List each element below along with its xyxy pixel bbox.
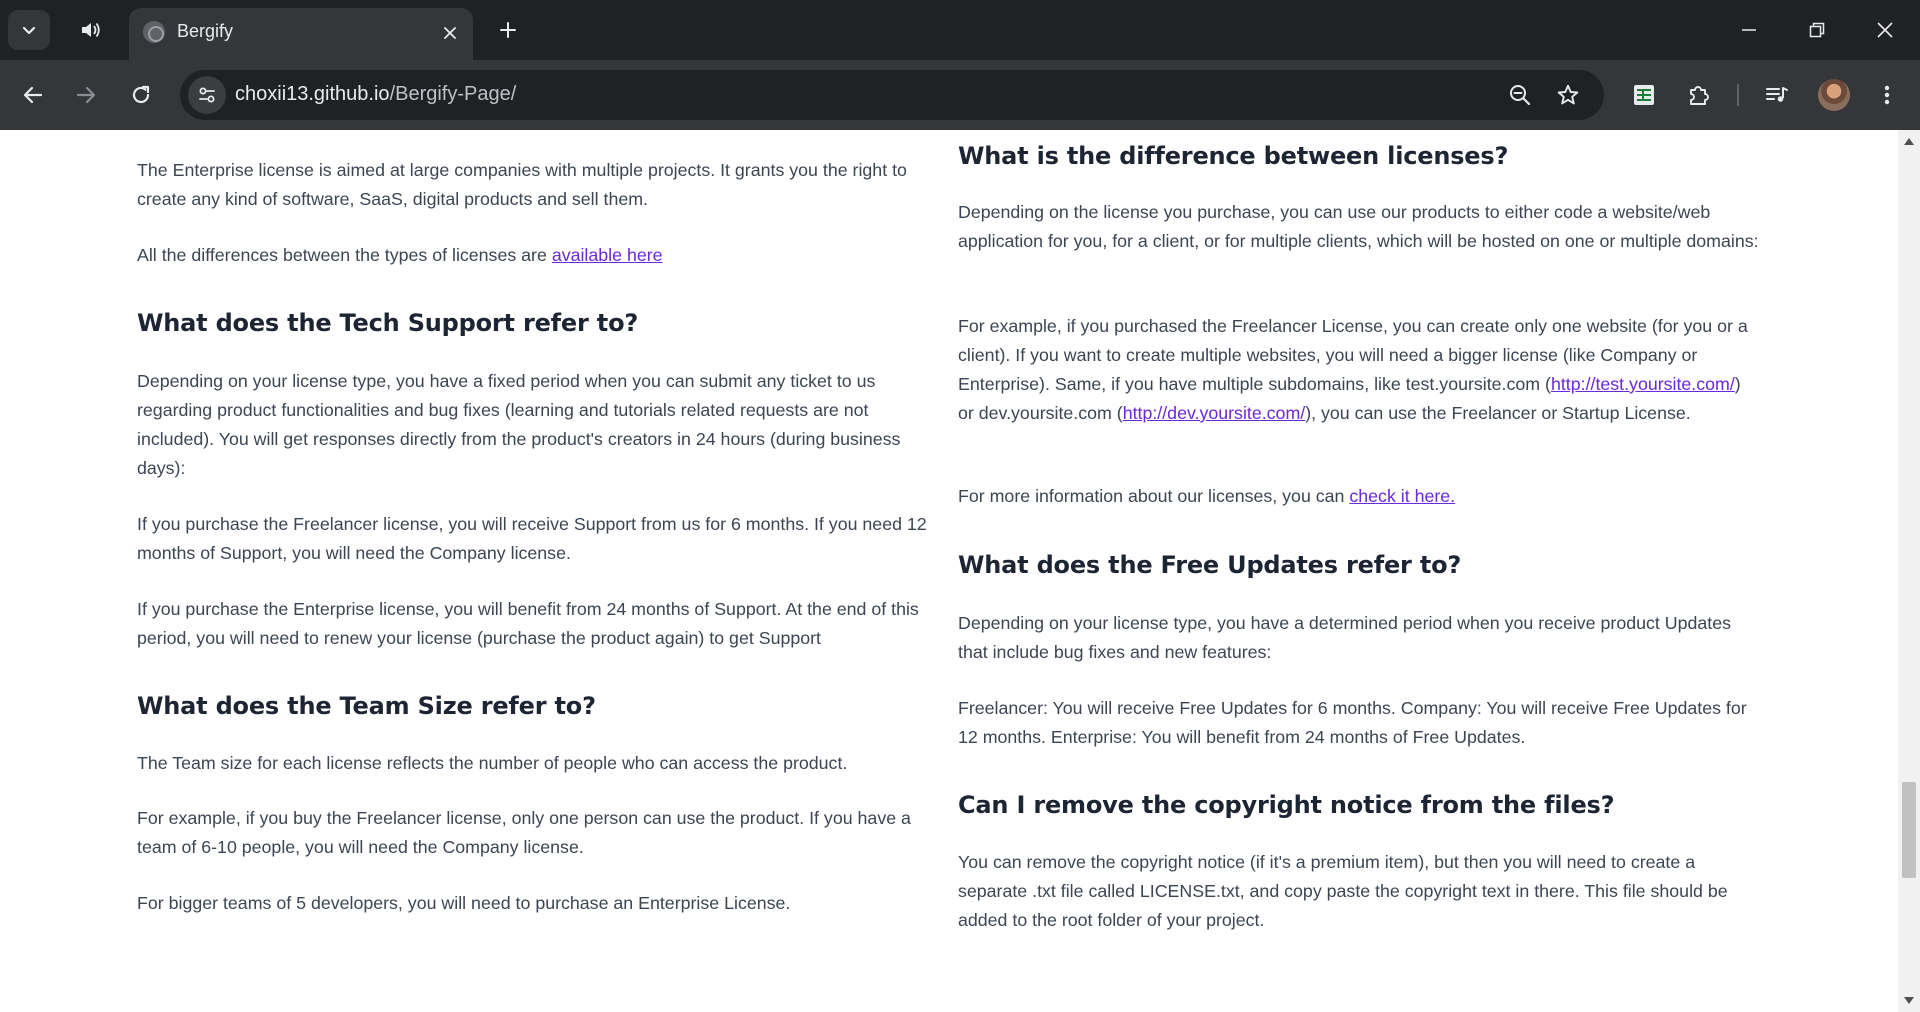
license-more-info-text: For more information about our licenses,… bbox=[958, 482, 1760, 511]
new-tab-button[interactable] bbox=[490, 12, 526, 48]
forward-button[interactable] bbox=[67, 76, 105, 114]
tech-support-text-2: If you purchase the Freelancer license, … bbox=[137, 514, 927, 563]
page-scrollbar[interactable] bbox=[1898, 130, 1920, 1012]
tab-audio-button[interactable] bbox=[70, 12, 110, 48]
tune-icon bbox=[199, 87, 215, 103]
team-size-heading: What does the Team Size refer to? bbox=[137, 692, 596, 720]
page-viewport: The Enterprise license is aimed at large… bbox=[0, 130, 1898, 1012]
restore-icon bbox=[1809, 22, 1825, 38]
scrollbar-thumb[interactable] bbox=[1902, 782, 1916, 878]
plus-icon bbox=[500, 22, 516, 38]
tab-close-button[interactable] bbox=[437, 20, 463, 46]
chevron-down-icon bbox=[22, 26, 36, 35]
sheets-extension-button[interactable] bbox=[1627, 78, 1661, 112]
url-path: /Bergify-Page/ bbox=[389, 83, 517, 105]
minimize-icon bbox=[1742, 29, 1756, 31]
tech-support-heading: What does the Tech Support refer to? bbox=[137, 309, 639, 337]
team-size-text-3: For bigger teams of 5 developers, you wi… bbox=[137, 893, 791, 913]
enterprise-license-text: The Enterprise license is aimed at large… bbox=[137, 160, 907, 209]
reload-icon bbox=[132, 85, 150, 104]
license-differences-text: All the differences between the types of… bbox=[137, 241, 937, 270]
arrow-right-icon bbox=[76, 86, 96, 104]
puzzle-icon bbox=[1690, 86, 1709, 105]
media-queue-icon bbox=[1766, 87, 1788, 102]
license-difference-text-2c: ), you can use the Freelancer or Startup… bbox=[1305, 403, 1691, 423]
scroll-down-arrow[interactable] bbox=[1904, 997, 1914, 1004]
free-updates-text-2: Freelancer: You will receive Free Update… bbox=[958, 698, 1747, 747]
test-subdomain-link[interactable]: http://test.yoursite.com/ bbox=[1551, 374, 1735, 394]
tech-support-text-1: Depending on your license type, you have… bbox=[137, 371, 901, 478]
avatar[interactable] bbox=[1818, 79, 1850, 111]
browser-menu-button[interactable] bbox=[1870, 78, 1904, 112]
address-bar[interactable]: choxii13.github.io/Bergify-Page/ bbox=[180, 70, 1604, 120]
reload-button[interactable] bbox=[122, 76, 160, 114]
dev-subdomain-link[interactable]: http://dev.yoursite.com/ bbox=[1123, 403, 1306, 423]
star-icon bbox=[1557, 84, 1579, 105]
speaker-icon bbox=[82, 22, 100, 38]
tab-search-button[interactable] bbox=[8, 10, 50, 50]
minimize-button[interactable] bbox=[1726, 8, 1772, 52]
active-tab[interactable]: Bergify bbox=[129, 8, 473, 60]
free-updates-heading: What does the Free Updates refer to? bbox=[958, 551, 1462, 579]
team-size-text-2: For example, if you buy the Freelancer l… bbox=[137, 808, 911, 857]
scroll-up-arrow[interactable] bbox=[1904, 138, 1914, 145]
close-window-button[interactable] bbox=[1862, 8, 1908, 52]
available-here-link[interactable]: available here bbox=[552, 245, 663, 265]
tech-support-text-3: If you purchase the Enterprise license, … bbox=[137, 599, 919, 648]
free-updates-text-1: Depending on your license type, you have… bbox=[958, 613, 1731, 662]
globe-icon bbox=[143, 21, 165, 43]
site-info-button[interactable] bbox=[188, 76, 226, 114]
url-text[interactable]: choxii13.github.io/Bergify-Page/ bbox=[235, 83, 516, 106]
arrow-left-icon bbox=[23, 86, 43, 104]
more-vert-icon bbox=[1884, 85, 1890, 105]
zoom-out-icon bbox=[1510, 85, 1531, 106]
bookmark-button[interactable] bbox=[1553, 80, 1583, 110]
copyright-heading: Can I remove the copyright notice from t… bbox=[958, 791, 1615, 819]
license-differences-prefix: All the differences between the types of… bbox=[137, 245, 552, 265]
extensions-button[interactable] bbox=[1682, 78, 1716, 112]
browser-toolbar: choxii13.github.io/Bergify-Page/ bbox=[0, 60, 1920, 130]
copyright-text: You can remove the copyright notice (if … bbox=[958, 852, 1728, 930]
back-button[interactable] bbox=[14, 76, 52, 114]
tab-title: Bergify bbox=[177, 21, 234, 41]
media-controls-button[interactable] bbox=[1760, 78, 1794, 112]
license-more-info-prefix: For more information about our licenses,… bbox=[958, 486, 1350, 506]
close-icon bbox=[444, 27, 456, 39]
team-size-text-1: The Team size for each license reflects … bbox=[137, 753, 848, 773]
check-it-here-link[interactable]: check it here. bbox=[1349, 486, 1455, 506]
url-host: choxii13.github.io bbox=[235, 83, 390, 105]
license-difference-heading: What is the difference between licenses? bbox=[958, 142, 1509, 170]
license-difference-text-1: Depending on the license you purchase, y… bbox=[958, 202, 1759, 251]
toolbar-divider bbox=[1737, 84, 1739, 106]
license-difference-text-2: For example, if you purchased the Freela… bbox=[958, 312, 1760, 428]
sheet-icon bbox=[1634, 85, 1654, 105]
restore-button[interactable] bbox=[1794, 8, 1840, 52]
close-icon bbox=[1877, 22, 1893, 38]
tab-strip: Bergify bbox=[0, 0, 1920, 60]
zoom-button[interactable] bbox=[1505, 80, 1535, 110]
